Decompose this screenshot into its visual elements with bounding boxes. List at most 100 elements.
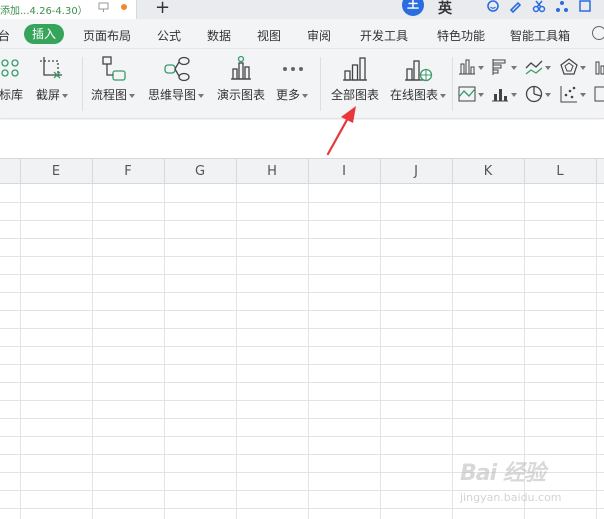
- chevron-down-icon: [511, 66, 517, 70]
- screenshot-icon[interactable]: [38, 55, 66, 83]
- grid-row-line: [0, 400, 604, 401]
- menu-bar: 台 插入 页面布局 公式 数据 视图 审阅 开发工具 特色功能 智能工具箱: [0, 19, 604, 49]
- grid-column-line: [452, 184, 453, 519]
- mindmap-icon[interactable]: [163, 55, 191, 83]
- ribbon-toolbar: 标库 截屏 流程图 思维导图 演示图表 更多 全部图表 在线图表: [0, 49, 604, 119]
- edit-icon[interactable]: [578, 0, 592, 14]
- grid-row-line: [0, 328, 604, 329]
- ribbon-button-online-chart[interactable]: 在线图表: [390, 86, 447, 103]
- scissors-icon[interactable]: [532, 0, 546, 14]
- grid-row-line: [0, 256, 604, 257]
- chevron-down-icon: [545, 66, 551, 70]
- menu-item-formula[interactable]: 公式: [157, 27, 181, 44]
- menu-item-start[interactable]: 台: [0, 27, 10, 44]
- column-header-f[interactable]: F: [92, 164, 164, 179]
- grid-row-line: [0, 310, 604, 311]
- ribbon-button-more[interactable]: 更多: [276, 86, 309, 103]
- menu-item-review[interactable]: 审阅: [307, 27, 331, 44]
- chevron-down-icon: [580, 66, 586, 70]
- ribbon-label-icon-library[interactable]: 标库: [0, 86, 23, 103]
- chevron-down-icon: [302, 93, 309, 98]
- ribbon-label-all-charts[interactable]: 全部图表: [331, 86, 379, 103]
- column-header-g[interactable]: G: [164, 164, 236, 179]
- new-tab-button[interactable]: +: [155, 0, 170, 18]
- menu-item-page-layout[interactable]: 页面布局: [83, 27, 131, 44]
- icon-library-icon[interactable]: [0, 55, 22, 83]
- column-header-h[interactable]: H: [236, 164, 308, 179]
- column-header-k[interactable]: K: [452, 164, 524, 179]
- divider: [452, 57, 453, 111]
- online-chart-icon[interactable]: [403, 55, 433, 83]
- grid-row-line: [0, 202, 604, 203]
- grid-row-line: [0, 220, 604, 221]
- toolbar-gap: [0, 120, 604, 158]
- more-dots-icon[interactable]: [280, 55, 306, 83]
- pen-icon[interactable]: [509, 0, 523, 14]
- share-icon[interactable]: [555, 0, 569, 14]
- smiley-icon[interactable]: [486, 0, 500, 14]
- radar-chart-icon[interactable]: [560, 58, 590, 78]
- grid-column-line: [236, 184, 237, 519]
- chevron-down-icon: [440, 93, 447, 98]
- annotation-arrow-icon: [326, 106, 356, 156]
- ribbon-label-screenshot: 截屏: [36, 88, 61, 102]
- line-chart-icon[interactable]: [525, 58, 555, 78]
- flowchart-icon[interactable]: [101, 55, 127, 83]
- ribbon-button-mindmap[interactable]: 思维导图: [148, 86, 205, 103]
- grid-column-line: [20, 184, 21, 519]
- all-charts-icon[interactable]: [341, 55, 369, 83]
- ribbon-label-flowchart: 流程图: [91, 88, 128, 102]
- grid-row-line: [0, 274, 604, 275]
- ribbon-label-online-chart: 在线图表: [390, 88, 439, 102]
- column-chart-icon[interactable]: [458, 58, 488, 78]
- grid-row-line: [0, 436, 604, 437]
- menu-item-data[interactable]: 数据: [207, 27, 231, 44]
- grid-row-line: [0, 346, 604, 347]
- menu-item-smart-toolbox[interactable]: 智能工具箱: [510, 27, 570, 44]
- document-tab[interactable]: 添加...4.26-4.30）: [0, 0, 137, 19]
- watermark-url: jingyan.baidu.com: [460, 491, 562, 504]
- ribbon-button-flowchart[interactable]: 流程图: [91, 86, 136, 103]
- avatar[interactable]: 王: [402, 0, 424, 16]
- watermark-logo: Bai 经验: [460, 461, 546, 486]
- search-icon[interactable]: [592, 26, 604, 40]
- chevron-down-icon: [62, 93, 69, 98]
- scatter-chart-icon[interactable]: [560, 85, 590, 105]
- column-header-i[interactable]: I: [308, 164, 380, 179]
- chevron-down-icon: [198, 93, 205, 98]
- bar-chart-icon[interactable]: [491, 58, 521, 78]
- ribbon-label-more: 更多: [276, 88, 301, 102]
- demo-chart-icon[interactable]: [228, 55, 254, 83]
- menu-item-features[interactable]: 特色功能: [437, 27, 485, 44]
- grid-column-line: [164, 184, 165, 519]
- user-name[interactable]: 英: [438, 0, 452, 18]
- pie-chart-icon[interactable]: [525, 85, 555, 105]
- chevron-down-icon: [545, 93, 551, 97]
- column-divider: [596, 159, 597, 185]
- grid-row-line: [0, 238, 604, 239]
- menu-item-insert[interactable]: 插入: [24, 24, 65, 44]
- menu-item-developer[interactable]: 开发工具: [360, 27, 408, 44]
- grid-column-line: [380, 184, 381, 519]
- monitor-icon[interactable]: [98, 2, 109, 13]
- grid-row-line: [0, 364, 604, 365]
- document-tab-title: 添加...4.26-4.30）: [0, 6, 88, 17]
- ribbon-label-demo-chart[interactable]: 演示图表: [217, 86, 265, 103]
- title-bar: 添加...4.26-4.30） + 王 英: [0, 0, 604, 19]
- column-header-row: E F G H I J K L: [0, 158, 604, 185]
- menu-item-view[interactable]: 视图: [257, 27, 281, 44]
- chevron-down-icon: [478, 66, 484, 70]
- ribbon-button-screenshot[interactable]: 截屏: [36, 86, 69, 103]
- chevron-down-icon: [478, 93, 484, 97]
- area-chart-icon[interactable]: [594, 85, 604, 103]
- chevron-down-icon: [129, 93, 136, 98]
- area-chart-icon[interactable]: [458, 85, 488, 105]
- column-header-j[interactable]: J: [380, 164, 452, 179]
- grid-column-line: [92, 184, 93, 519]
- stock-chart-icon[interactable]: [491, 85, 521, 105]
- bar-chart-icon[interactable]: [594, 58, 604, 76]
- column-header-e[interactable]: E: [20, 164, 92, 179]
- unsaved-dot-icon: [121, 4, 127, 10]
- column-header-l[interactable]: L: [524, 164, 596, 179]
- divider: [320, 57, 321, 111]
